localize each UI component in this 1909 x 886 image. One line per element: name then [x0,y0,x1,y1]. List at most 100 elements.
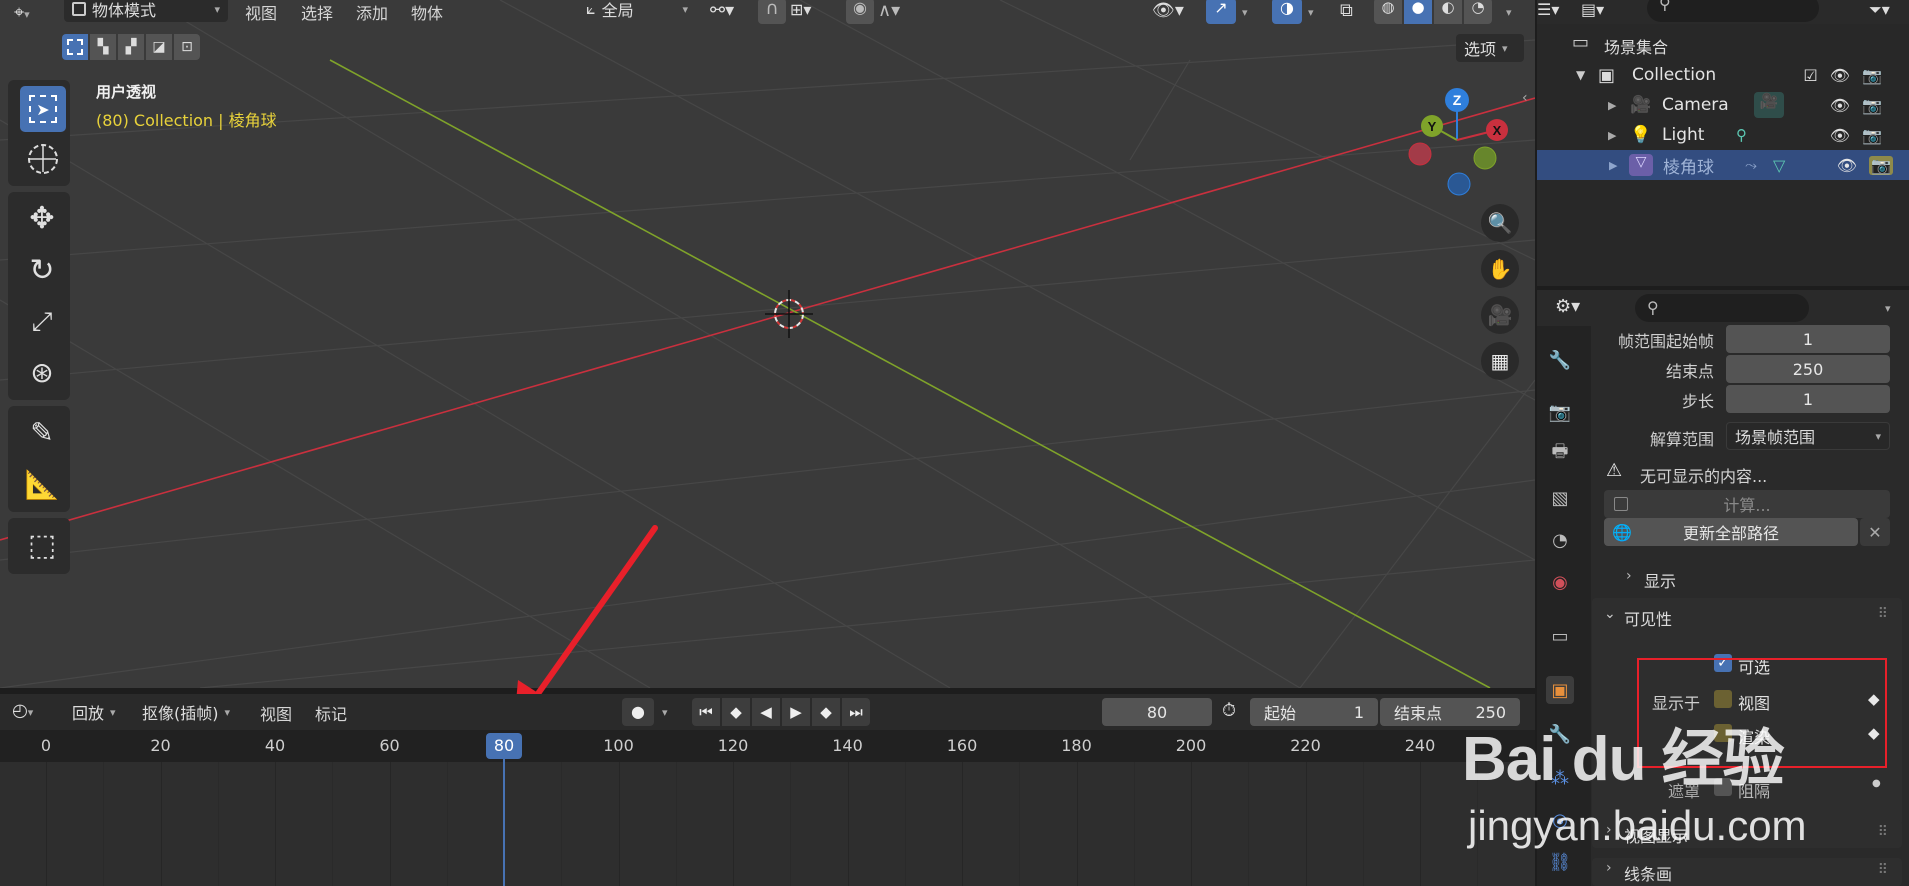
step-field[interactable]: 1 [1726,385,1890,413]
eye-icon[interactable]: 👁 [1830,96,1850,115]
select-intersect-icon[interactable]: ⊡ [174,34,200,60]
outliner-search-field[interactable]: ⚲ [1647,0,1819,22]
drag-handle-icon[interactable]: ⠿ [1878,606,1888,622]
eye-icon[interactable]: 👁 [1830,66,1850,85]
transform-orientation-dropdown[interactable]: ⟀ 全局 ▾ [578,0,696,22]
frame-start-field[interactable]: 起始 1 [1250,698,1378,726]
camera-view-button[interactable]: 🎥 [1481,296,1519,334]
falloff-icon[interactable]: ∧▾ [878,0,900,21]
snap-increment-icon[interactable]: ⊞▾ [790,0,811,19]
cursor-tool[interactable] [22,138,64,180]
overlays-icon[interactable]: ◑ [1272,0,1302,24]
visibility-selectability-icon[interactable]: 👁▾ [1152,0,1184,21]
scale-tool[interactable]: ⤢ [20,300,64,344]
expand-arrow-icon[interactable]: ▼ [1576,68,1585,82]
solid-shading-icon[interactable]: ● [1404,0,1432,24]
update-all-paths-button[interactable]: 🌐 更新全部路径 [1604,518,1858,546]
play-reverse-icon[interactable]: ◀ [752,698,780,726]
render-camera-icon[interactable]: 📷 [1862,126,1882,145]
world-tab-icon[interactable]: ◉ [1546,568,1574,596]
stopwatch-icon[interactable]: ⏱ [1222,700,1236,721]
timeline-view-menu[interactable]: 视图 [260,701,292,725]
mesh-data-icon[interactable]: ▽ [1773,156,1785,175]
chevron-down-icon[interactable]: ▾ [1506,6,1512,19]
playback-menu[interactable]: 回放 ▾ [64,699,124,725]
select-invert-icon[interactable]: ◪ [146,34,172,60]
gizmo-toggle-icon[interactable]: ↗ [1206,0,1236,24]
eye-icon[interactable]: 👁 [1830,126,1850,145]
collection-tab-icon[interactable]: ▭ [1546,622,1574,650]
view-layer-tab-icon[interactable]: ▧ [1546,484,1574,512]
pivot-icon[interactable]: ⚯▾ [710,0,734,21]
viewport[interactable] [0,0,1535,688]
render-camera-icon[interactable]: 📷 [1862,96,1882,115]
playhead-badge[interactable]: 80 [486,733,522,759]
expand-arrow-icon[interactable]: ▶ [1608,129,1616,142]
modifier-icon[interactable]: ⤳ [1745,156,1757,174]
keying-menu[interactable]: 抠像(插帧) ▾ [134,699,238,725]
expand-arrow-icon[interactable]: ▶ [1608,99,1616,112]
prev-keyframe-icon[interactable]: ◆ [722,698,750,726]
scene-collection-label[interactable]: 场景集合 [1604,34,1668,58]
line-art-panel-header[interactable]: › 线条画 ⠿ [1592,858,1902,886]
drag-handle-icon[interactable]: ⠿ [1878,824,1888,840]
record-button[interactable]: ● [622,698,654,726]
wireframe-shading-icon[interactable]: ◍ [1374,0,1402,24]
scene-tab-icon[interactable]: ◔ [1546,526,1574,554]
menu-add[interactable]: 添加 [356,0,388,24]
add-cube-tool[interactable]: ⬚ [20,522,64,568]
calculate-button[interactable]: 计算... [1604,490,1890,518]
select-extend-icon[interactable]: ▚ [90,34,116,60]
light-data-icon[interactable]: ⚲ [1736,126,1747,144]
end-field[interactable]: 250 [1726,355,1890,383]
play-icon[interactable]: ▶ [782,698,810,726]
zoom-button[interactable]: 🔍 [1481,204,1519,242]
exclude-checkbox-icon[interactable]: ☑ [1803,66,1817,85]
visibility-panel-header[interactable]: ⌄ 可见性 ⠿ [1592,604,1902,630]
eye-icon[interactable]: 👁 [1837,156,1857,175]
camera-data-icon[interactable]: 🎥 [1754,92,1784,118]
mode-dropdown[interactable]: 物体模式 ▾ [64,0,228,22]
select-new-icon[interactable] [62,34,88,60]
rendered-shading-icon[interactable]: ◔ [1464,0,1492,24]
jump-end-icon[interactable]: ⏭ [842,698,870,726]
properties-editor-icon[interactable]: ⚙▾ [1555,296,1580,317]
chevron-down-icon[interactable]: ▾ [662,706,668,719]
collapse-arrow-icon[interactable]: ‹ [1522,90,1528,106]
pan-button[interactable]: ✋ [1481,250,1519,288]
options-button[interactable]: 选项 ▾ [1456,34,1524,62]
outliner-row-light[interactable]: ▶ 💡 Light ⚲ 👁 📷 [1538,120,1898,150]
expand-arrow-icon[interactable]: ▶ [1609,159,1617,172]
xray-icon[interactable]: ⧉ [1340,0,1353,21]
transform-tool[interactable]: ⊛ [20,350,64,394]
select-box-tool[interactable]: ➤ [20,86,66,132]
ortho-toggle-button[interactable]: ▦ [1481,342,1519,380]
rotate-tool[interactable]: ↻ [20,248,64,292]
proportional-edit-icon[interactable]: ◉ [846,0,874,24]
display-panel-header[interactable]: › 显示 [1604,566,1890,592]
clear-paths-button[interactable]: ✕ [1860,518,1890,546]
menu-select[interactable]: 选择 [301,0,333,24]
navigation-gizmo[interactable]: Z Y X [1400,80,1520,210]
object-tab-icon[interactable]: ▣ [1546,676,1574,704]
output-tab-icon[interactable]: 🖶 [1546,440,1574,468]
outliner-editor-icon[interactable]: ☰▾ [1537,0,1559,19]
properties-search-field[interactable]: ⚲ [1635,294,1809,322]
chevron-down-icon[interactable]: ▾ [1242,6,1248,19]
render-camera-icon[interactable]: 📷 [1862,66,1882,85]
move-tool[interactable]: ✥ [20,196,64,240]
drag-handle-icon[interactable]: ⠿ [1878,862,1888,878]
timeline-marker-menu[interactable]: 标记 [315,701,347,725]
chevron-down-icon[interactable]: ▾ [1885,302,1891,315]
bake-range-dropdown[interactable]: 场景帧范围 ▾ [1726,422,1890,450]
menu-object[interactable]: 物体 [411,0,443,24]
measure-tool[interactable]: 📐 [20,462,64,506]
chevron-down-icon[interactable]: ▾ [1308,6,1314,19]
outliner-row-camera[interactable]: ▶ 🎥 Camera 🎥 👁 📷 [1538,90,1898,120]
snap-magnet-icon[interactable]: ∩ [758,0,786,24]
outliner-row-collection[interactable]: ▼ ▣ Collection ☑ 👁 📷 [1538,60,1898,90]
tool-tab-icon[interactable]: 🔧 [1546,346,1574,374]
editor-type-button[interactable]: ⌖▾ [14,2,30,23]
constraints-tab-icon[interactable]: ⛓ [1546,848,1574,876]
keyframe-dot-icon[interactable]: ● [1872,778,1881,789]
